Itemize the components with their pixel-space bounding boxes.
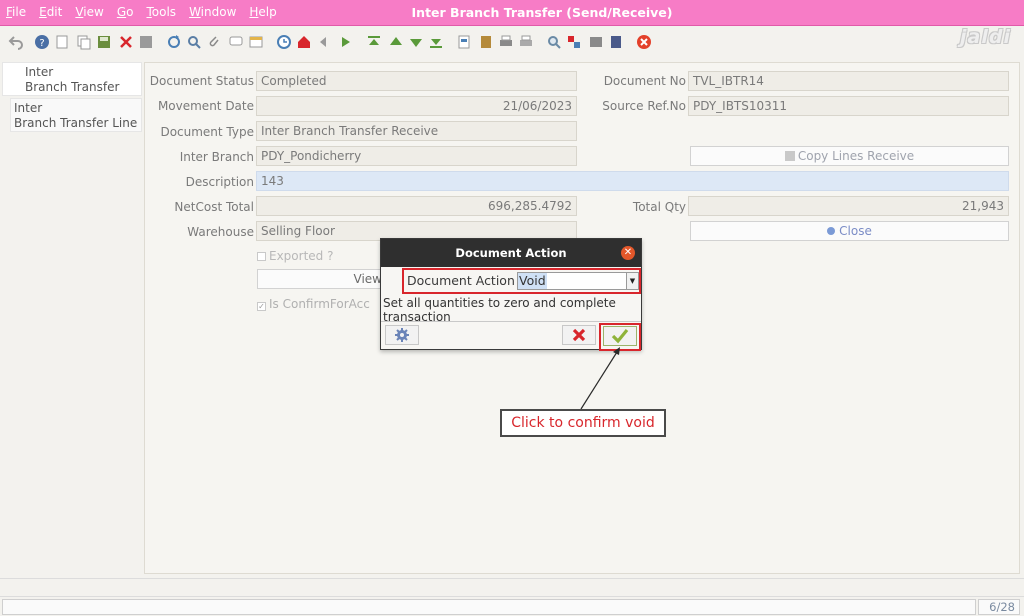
next-icon[interactable] (338, 34, 354, 50)
tab-inter-branch-transfer-line[interactable]: Inter Branch Transfer Line (10, 98, 142, 132)
cancel-x-icon (572, 328, 586, 342)
zoom-across-icon[interactable] (546, 34, 562, 50)
document-action-dialog: Document Action ✕ Document Action Void ▼… (380, 238, 642, 351)
print-preview-icon[interactable] (518, 34, 534, 50)
product-info-icon[interactable] (588, 34, 604, 50)
copy-icon (784, 151, 795, 161)
tab-label-line1: Inter (25, 65, 54, 79)
movement-date-label: Movement Date (157, 99, 254, 113)
document-action-select[interactable]: Void ▼ (517, 272, 639, 290)
close-button[interactable]: Close (690, 221, 1009, 241)
last-record-icon[interactable] (428, 34, 444, 50)
ok-button[interactable] (603, 326, 637, 346)
chat-icon[interactable] (228, 34, 244, 50)
document-type-label: Document Type (160, 125, 254, 139)
options-button[interactable] (385, 325, 419, 345)
new-record-icon[interactable] (54, 34, 70, 50)
jaldi-logo: jaldi (960, 26, 1011, 48)
exported-checkbox[interactable]: Exported ? (257, 248, 333, 264)
copy-lines-receive-button[interactable]: Copy Lines Receive (690, 146, 1009, 166)
inter-branch-field[interactable]: PDY_Pondicherry (256, 146, 577, 166)
request-icon[interactable] (566, 34, 582, 50)
netcost-total-field[interactable]: 696,285.4792 (256, 196, 577, 216)
source-ref-no-field[interactable]: PDY_IBTS10311 (688, 96, 1009, 116)
cancel-button[interactable] (562, 325, 596, 345)
delete-icon[interactable] (118, 34, 134, 50)
first-record-icon[interactable] (366, 34, 382, 50)
left-tab-panel: Inter Branch Transfer Inter Branch Trans… (0, 62, 142, 582)
total-qty-field[interactable]: 21,943 (688, 196, 1009, 216)
document-status-label: Document Status (149, 74, 254, 88)
help-icon[interactable]: ? (34, 34, 50, 50)
attachment-icon[interactable] (206, 34, 222, 50)
detail-record-icon[interactable] (408, 34, 424, 50)
is-confirm-checkbox[interactable]: ✓ Is ConfirmForAcc (257, 296, 381, 312)
document-action-row: Document Action Void ▼ (402, 268, 641, 294)
warehouse-label: Warehouse (187, 225, 254, 239)
history-icon[interactable] (276, 34, 292, 50)
tab-label-line2: Branch Transfer Line (14, 116, 138, 130)
svg-text:?: ? (39, 38, 44, 49)
copy-record-icon[interactable] (76, 34, 92, 50)
dialog-close-icon[interactable]: ✕ (621, 246, 635, 260)
chevron-down-icon[interactable]: ▼ (626, 273, 638, 289)
view-button[interactable]: View (257, 269, 387, 289)
refresh-icon[interactable] (166, 34, 182, 50)
document-action-label: Document Action (407, 273, 515, 288)
checkbox-icon (257, 252, 266, 261)
previous-icon[interactable] (316, 34, 332, 50)
save-icon[interactable] (96, 34, 112, 50)
close-window-icon[interactable] (636, 34, 652, 50)
copy-lines-receive-label: Copy Lines Receive (797, 149, 915, 163)
find-icon[interactable] (186, 34, 202, 50)
divider (0, 578, 1024, 579)
record-counter[interactable]: 6/28 (978, 599, 1020, 615)
archive-icon[interactable] (478, 34, 494, 50)
status-bar: 6/28 (0, 596, 1024, 616)
report-icon[interactable] (456, 34, 472, 50)
workflow-icon[interactable] (608, 34, 624, 50)
dialog-footer (381, 321, 641, 351)
movement-date-field[interactable]: 21/06/2023 (256, 96, 577, 116)
tab-label-line2: Branch Transfer (25, 80, 120, 94)
description-field[interactable]: 143 (256, 171, 1009, 191)
callout-annotation: Click to confirm void (500, 409, 666, 437)
document-no-label: Document No (603, 74, 686, 88)
grid-toggle-icon[interactable] (138, 34, 154, 50)
tab-label-line1: Inter (14, 101, 43, 115)
title-bar: File Edit View Go Tools Window Help Inte… (0, 0, 1024, 26)
undo-icon[interactable] (8, 34, 24, 50)
window-title: Inter Branch Transfer (Send/Receive) (411, 5, 673, 20)
status-message-field (2, 599, 976, 615)
close-button-label: Close (839, 224, 872, 238)
toolbar: ? (0, 28, 1024, 58)
tab-inter-branch-transfer[interactable]: Inter Branch Transfer (2, 62, 142, 96)
document-no-field[interactable]: TVL_IBTR14 (688, 71, 1009, 91)
gear-icon (395, 328, 409, 342)
home-icon[interactable] (296, 34, 312, 50)
description-label: Description (185, 175, 254, 189)
multi-record-icon[interactable] (248, 34, 264, 50)
total-qty-label: Total Qty (632, 200, 686, 214)
parent-record-icon[interactable] (388, 34, 404, 50)
inter-branch-label: Inter Branch (179, 150, 254, 164)
document-type-field[interactable]: Inter Branch Transfer Receive (256, 121, 577, 141)
document-action-value: Void (518, 273, 547, 289)
action-description: Set all quantities to zero and complete … (383, 296, 616, 322)
exported-label: Exported ? (269, 249, 334, 263)
checkmark-icon (611, 328, 629, 344)
document-status-field[interactable]: Completed (256, 71, 577, 91)
source-ref-no-label: Source Ref.No (602, 99, 686, 113)
dialog-title: Document Action (381, 239, 641, 267)
is-confirm-label: Is ConfirmForAcc (269, 297, 370, 311)
print-icon[interactable] (498, 34, 514, 50)
checkbox-checked-icon: ✓ (257, 302, 266, 311)
netcost-total-label: NetCost Total (174, 200, 254, 214)
close-dot-icon (827, 227, 836, 235)
